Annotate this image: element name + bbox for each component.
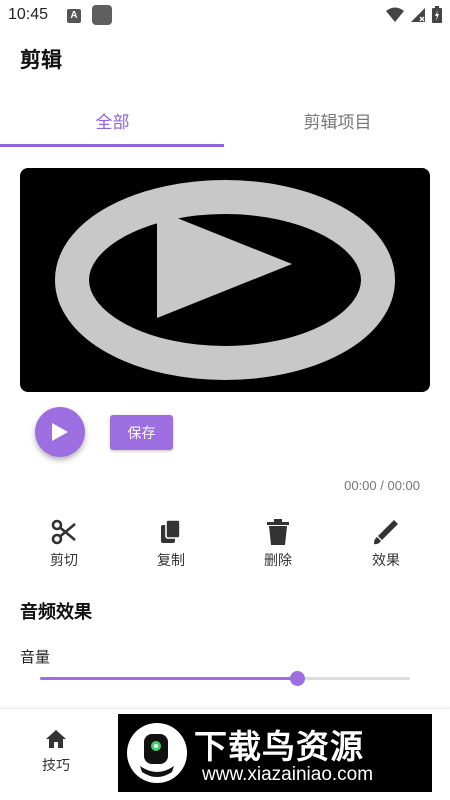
- trash-icon: [267, 519, 289, 545]
- watermark-url: www.xiazainiao.com: [202, 764, 374, 785]
- cut-label: 剪切: [50, 553, 78, 569]
- time-display: 00:00 / 00:00: [344, 478, 420, 493]
- notification-square-icon: [92, 5, 112, 25]
- volume-slider[interactable]: [40, 671, 410, 686]
- status-time: 10:45: [8, 6, 49, 23]
- volume-slider-fill: [40, 677, 298, 680]
- nav-tips-label: 技巧: [42, 758, 70, 774]
- delete-action[interactable]: 删除: [248, 518, 308, 570]
- copy-action[interactable]: 复制: [141, 518, 201, 570]
- edit-actions: 剪切 复制 删除 效果: [0, 518, 450, 570]
- video-placeholder-play-icon: [55, 180, 395, 380]
- page-title: 剪辑: [20, 48, 62, 72]
- audio-section-title: 音频效果: [20, 602, 92, 623]
- notification-a-icon: A: [67, 9, 81, 23]
- status-icons: [386, 6, 442, 23]
- tab-bar: 全部 剪辑项目: [0, 96, 450, 148]
- tab-all[interactable]: 全部: [0, 96, 225, 144]
- copy-icon: [161, 519, 181, 543]
- video-preview[interactable]: [20, 168, 430, 392]
- nav-item-tips[interactable]: 技巧: [30, 729, 82, 775]
- signal-icon: [411, 7, 425, 22]
- copy-label: 复制: [157, 553, 185, 569]
- tab-edit-projects[interactable]: 剪辑项目: [225, 96, 450, 144]
- brush-icon: [374, 520, 398, 545]
- scissors-icon: [51, 519, 76, 545]
- volume-label: 音量: [20, 648, 51, 666]
- effect-label: 效果: [372, 553, 400, 569]
- play-button[interactable]: [35, 407, 85, 457]
- watermark-banner: 下载鸟资源 www.xiazainiao.com: [118, 714, 432, 792]
- bird-logo-icon: [127, 723, 187, 783]
- home-icon: [46, 730, 66, 748]
- play-icon: [52, 423, 68, 441]
- wifi-icon: [386, 7, 404, 22]
- cut-action[interactable]: 剪切: [34, 518, 94, 570]
- status-bar: 10:45 A: [0, 0, 450, 32]
- watermark-title: 下载鸟资源: [194, 727, 364, 766]
- tab-indicator: [0, 144, 224, 147]
- battery-icon: [432, 6, 442, 23]
- delete-label: 删除: [264, 553, 292, 569]
- save-button[interactable]: 保存: [110, 415, 173, 450]
- effect-action[interactable]: 效果: [356, 518, 416, 570]
- volume-slider-thumb[interactable]: [290, 671, 306, 686]
